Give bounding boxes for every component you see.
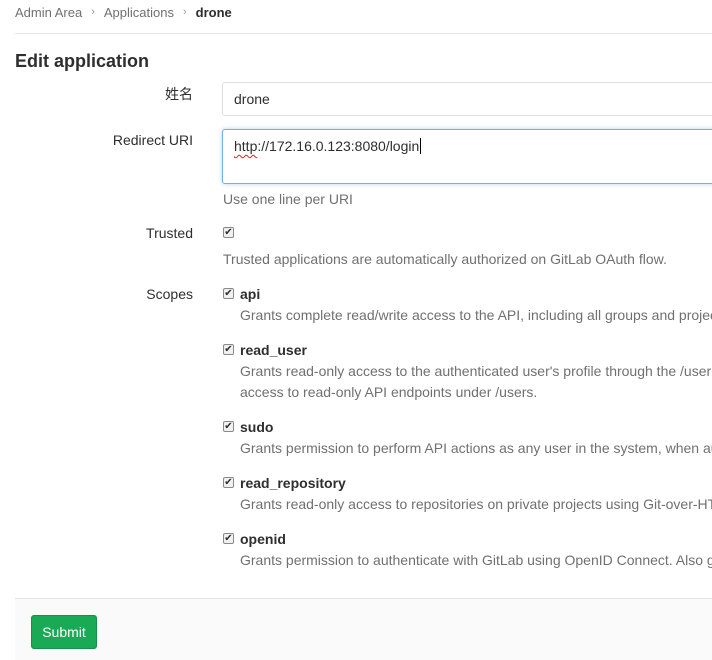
redirect-uri-value-rest: ://172.16.0.123:8080/login — [257, 138, 420, 154]
breadcrumb: Admin Area › Applications › drone — [15, 4, 232, 20]
scope-sudo-desc: Grants permission to perform API actions… — [240, 440, 712, 456]
scope-sudo-checkbox[interactable]: ✔ — [223, 421, 234, 432]
scopes-label: Scopes — [146, 286, 193, 302]
redirect-uri-value-prefix: http — [234, 138, 258, 154]
scope-sudo-name: sudo — [240, 419, 274, 435]
page-title: Edit application — [15, 51, 150, 71]
checkmark-icon: ✔ — [224, 227, 233, 238]
trusted-help: Trusted applications are automatically a… — [223, 251, 667, 267]
text-caret — [420, 138, 422, 154]
scope-read-repository-desc: Grants read-only access to repositories … — [240, 496, 712, 512]
breadcrumb-admin-area[interactable]: Admin Area — [15, 5, 82, 20]
trusted-checkbox[interactable]: ✔ — [223, 227, 234, 238]
scope-read-user-name: read_user — [240, 342, 307, 358]
submit-button[interactable]: Submit — [31, 615, 97, 649]
header-divider — [15, 33, 712, 34]
checkmark-icon: ✔ — [224, 421, 233, 432]
scope-openid-checkbox[interactable]: ✔ — [223, 533, 234, 544]
breadcrumb-current[interactable]: drone — [196, 5, 232, 20]
checkmark-icon: ✔ — [224, 288, 233, 299]
trusted-label: Trusted — [146, 225, 193, 241]
scope-api-desc: Grants complete read/write access to the… — [240, 307, 712, 323]
scope-api-name: api — [240, 286, 261, 302]
scope-openid-desc: Grants permission to authenticate with G… — [240, 552, 712, 568]
checkmark-icon: ✔ — [224, 344, 233, 355]
scope-api-checkbox[interactable]: ✔ — [223, 288, 234, 299]
scope-read-user-checkbox[interactable]: ✔ — [223, 344, 234, 355]
name-label: 姓名 — [165, 86, 193, 102]
form-actions — [15, 598, 712, 660]
scope-read-user-desc-2: access to read-only API endpoints under … — [240, 384, 538, 400]
breadcrumb-applications[interactable]: Applications — [104, 5, 174, 20]
scope-openid-name: openid — [240, 531, 286, 547]
scope-read-repository-name: read_repository — [240, 475, 346, 491]
redirect-uri-label: Redirect URI — [112, 132, 193, 148]
checkmark-icon: ✔ — [224, 477, 233, 488]
redirect-uri-help: Use one line per URI — [223, 191, 353, 207]
scope-read-repository-checkbox[interactable]: ✔ — [223, 477, 234, 488]
redirect-uri-value: http://172.16.0.123:8080/login — [234, 138, 422, 154]
scope-read-user-desc: Grants read-only access to the authentic… — [240, 363, 712, 379]
chevron-right-icon: › — [91, 6, 95, 18]
chevron-right-icon: › — [182, 6, 187, 18]
checkmark-icon: ✔ — [224, 533, 233, 544]
name-input[interactable] — [222, 82, 712, 116]
